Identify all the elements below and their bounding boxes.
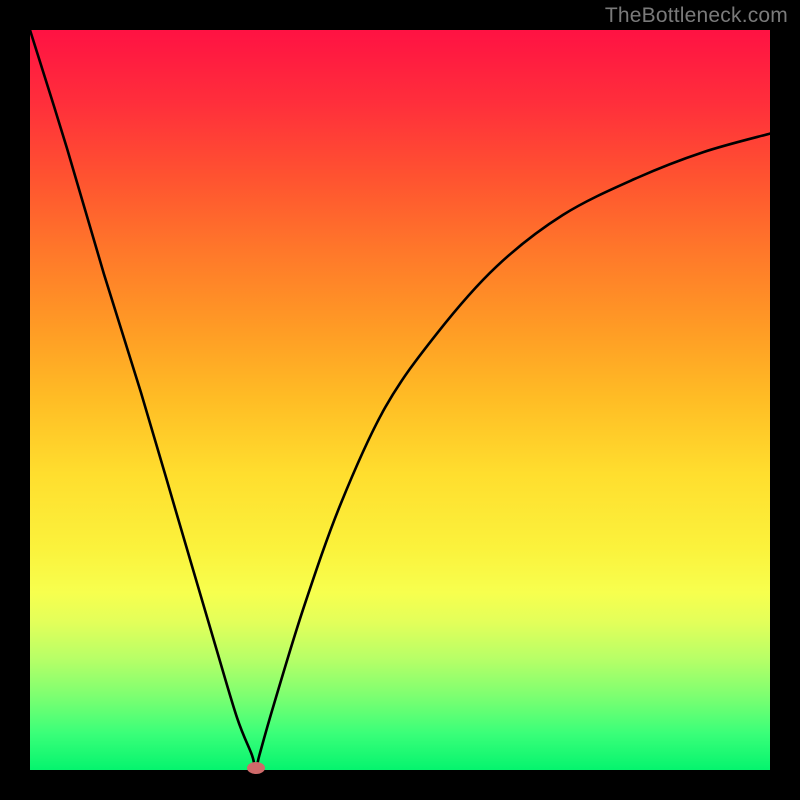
optimum-marker [247, 762, 265, 774]
watermark-text: TheBottleneck.com [605, 4, 788, 28]
bottleneck-curve [30, 30, 770, 770]
chart-frame: TheBottleneck.com [0, 0, 800, 800]
plot-area [30, 30, 770, 770]
